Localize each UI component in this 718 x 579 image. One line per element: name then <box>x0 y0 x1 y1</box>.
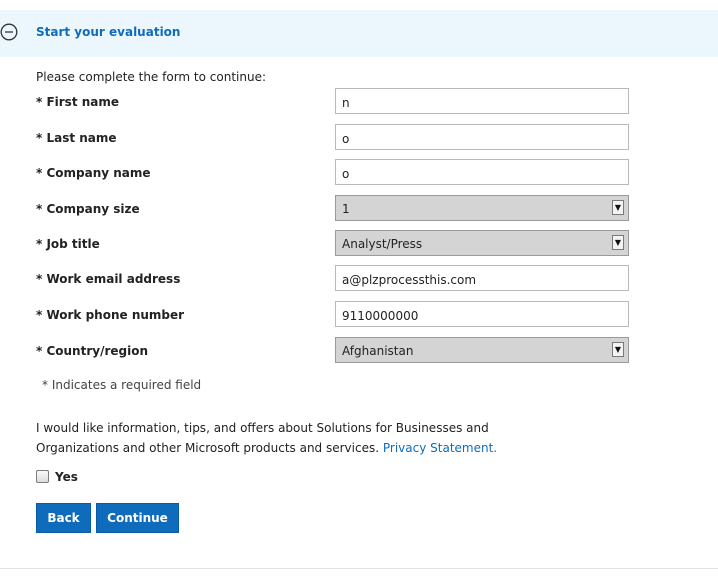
privacy-statement-link[interactable]: Privacy Statement. <box>383 441 497 455</box>
work-email-row: * Work email address a@plzprocessthis.co… <box>0 265 718 302</box>
first-name-input[interactable]: n <box>335 88 629 114</box>
work-phone-row: * Work phone number 9110000000 <box>0 301 718 338</box>
first-name-label: * First name <box>36 95 120 109</box>
job-title-select[interactable]: Analyst/Press ▼ <box>335 230 629 256</box>
divider <box>0 568 718 569</box>
form-intro: Please complete the form to continue: <box>36 70 267 84</box>
last-name-row: * Last name o <box>0 124 718 161</box>
dropdown-arrow-icon[interactable]: ▼ <box>612 235 624 250</box>
company-size-row: * Company size 1 ▼ <box>0 195 718 232</box>
last-name-input[interactable]: o <box>335 124 629 150</box>
opt-in-checkbox-label[interactable]: Yes <box>55 470 78 484</box>
company-name-row: * Company name o <box>0 159 718 196</box>
company-size-value: 1 <box>342 202 350 216</box>
company-name-input[interactable]: o <box>335 159 629 185</box>
opt-in-checkbox[interactable] <box>36 470 49 483</box>
work-phone-label: * Work phone number <box>36 308 185 322</box>
country-label: * Country/region <box>36 344 148 358</box>
first-name-row: * First name n <box>0 88 718 125</box>
country-value: Afghanistan <box>342 344 414 358</box>
last-name-label: * Last name <box>36 131 117 145</box>
dropdown-arrow-icon[interactable]: ▼ <box>612 342 624 357</box>
consent-text-block: I would like information, tips, and offe… <box>36 418 516 458</box>
work-email-input[interactable]: a@plzprocessthis.com <box>335 265 629 291</box>
company-name-label: * Company name <box>36 166 151 180</box>
work-email-label: * Work email address <box>36 272 181 286</box>
work-phone-input[interactable]: 9110000000 <box>335 301 629 327</box>
required-field-note: * Indicates a required field <box>42 378 202 392</box>
company-size-select[interactable]: 1 ▼ <box>335 195 629 221</box>
country-row: * Country/region Afghanistan ▼ <box>0 337 718 374</box>
job-title-row: * Job title Analyst/Press ▼ <box>0 230 718 267</box>
dropdown-arrow-icon[interactable]: ▼ <box>612 200 624 215</box>
job-title-label: * Job title <box>36 237 100 251</box>
job-title-value: Analyst/Press <box>342 237 423 251</box>
panel-title: Start your evaluation <box>36 25 181 39</box>
back-button[interactable]: Back <box>36 503 91 533</box>
continue-button[interactable]: Continue <box>96 503 179 533</box>
minus-circle-icon[interactable] <box>0 23 18 41</box>
evaluation-panel-header[interactable]: Start your evaluation <box>0 10 718 57</box>
company-size-label: * Company size <box>36 202 140 216</box>
country-select[interactable]: Afghanistan ▼ <box>335 337 629 363</box>
